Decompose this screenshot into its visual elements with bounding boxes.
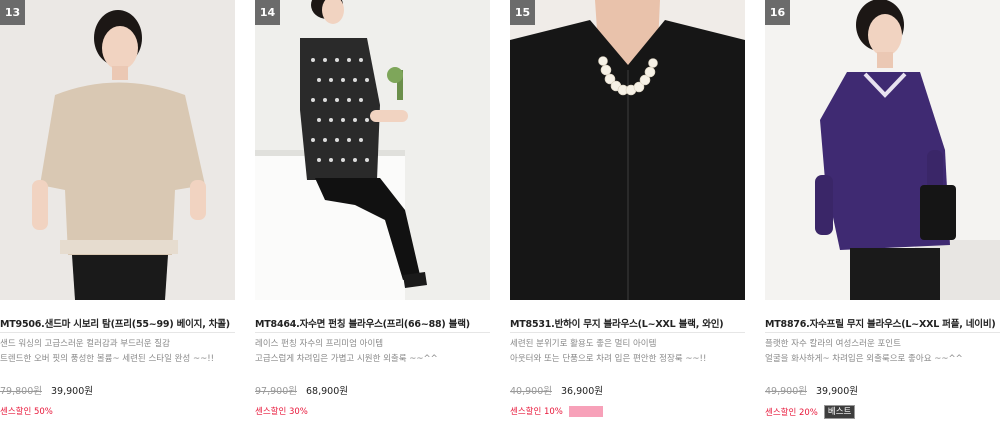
discount-label: 센스할인 50% <box>0 407 53 417</box>
product-description: 세련된 분위기로 활용도 좋은 멀티 아이템 아웃터와 또는 단품으로 차려 입… <box>510 337 745 367</box>
rank-badge: 14 <box>255 0 280 25</box>
pink-tag-badge <box>568 405 603 417</box>
sale-price: 68,900원 <box>306 386 348 397</box>
price-row: 40,900원 36,900원 <box>510 383 603 397</box>
sale-price: 36,900원 <box>561 386 603 397</box>
divider <box>255 332 490 333</box>
product-name[interactable]: MT8876.자수프릴 무지 블라우스(L~XXL 퍼플, 네이비) <box>765 316 1000 330</box>
product-description: 샌드 워싱의 고급스러운 컬러감과 부드러운 질감 트렌드한 오버 핏의 풍성한… <box>0 337 235 367</box>
description-line-1: 레이스 펀칭 자수의 프리미엄 아이템 <box>255 339 384 349</box>
description-line-1: 플랫한 자수 칼라의 여성스러운 포인트 <box>765 339 901 349</box>
product-card[interactable]: 16 MT8876.자수프릴 무지 블라우스(L~XXL 퍼플, 네이비) 플랫… <box>765 0 1000 437</box>
tag-row: 센스할인 20% 베스트 <box>765 405 856 419</box>
product-image[interactable]: 14 <box>255 0 490 300</box>
description-line-1: 세련된 분위기로 활용도 좋은 멀티 아이템 <box>510 339 657 349</box>
rank-badge: 15 <box>510 0 535 25</box>
rank-badge: 13 <box>0 0 25 25</box>
product-name[interactable]: MT9506.샌드마 시보리 탐(프리(55~99) 베이지, 차콜) <box>0 316 235 330</box>
divider <box>0 332 235 333</box>
product-card[interactable]: 14 MT8464.자수면 펀칭 블라우스(프리(66~88) 블랙) 레이스 … <box>255 0 490 437</box>
discount-label: 센스할인 20% <box>765 408 818 418</box>
price-row: 79,800원 39,900원 <box>0 383 93 397</box>
product-description: 플랫한 자수 칼라의 여성스러운 포인트 얼굴을 화사하게~ 차려입은 외출룩으… <box>765 337 1000 367</box>
original-price: 97,900원 <box>255 386 297 397</box>
discount-label: 센스할인 10% <box>510 407 563 417</box>
description-line-2: 아웃터와 또는 단품으로 차려 입은 편안한 정장룩 ~~!! <box>510 354 707 364</box>
product-image[interactable]: 15 <box>510 0 745 300</box>
tag-row: 센스할인 10% <box>510 405 603 419</box>
description-line-2: 얼굴을 화사하게~ 차려입은 외출룩으로 좋아요 ~~^^ <box>765 354 963 364</box>
product-card[interactable]: 15 MT8531.반하이 무지 블라우스(L~XXL 블랙, 와인) 세련된 … <box>510 0 745 437</box>
description-line-2: 트렌드한 오버 핏의 풍성한 볼륨~ 세련된 스타일 완성 ~~!! <box>0 354 215 364</box>
product-name[interactable]: MT8531.반하이 무지 블라우스(L~XXL 블랙, 와인) <box>510 316 745 330</box>
product-image[interactable]: 13 <box>0 0 235 300</box>
tag-row: 센스할인 30% <box>255 405 308 419</box>
original-price: 40,900원 <box>510 386 552 397</box>
best-badge: 베스트 <box>823 405 856 419</box>
divider <box>510 332 745 333</box>
description-line-2: 고급스럽게 차려입은 가볍고 시원한 외출룩 ~~^^ <box>255 354 438 364</box>
sale-price: 39,900원 <box>51 386 93 397</box>
price-row: 97,900원 68,900원 <box>255 383 348 397</box>
tag-row: 센스할인 50% <box>0 405 53 419</box>
product-description: 레이스 펀칭 자수의 프리미엄 아이템 고급스럽게 차려입은 가볍고 시원한 외… <box>255 337 490 367</box>
product-card[interactable]: 13 MT9506.샌드마 시보리 탐(프리(55~99) 베이지, 차콜) 샌… <box>0 0 235 437</box>
divider <box>765 332 1000 333</box>
product-name[interactable]: MT8464.자수면 펀칭 블라우스(프리(66~88) 블랙) <box>255 316 490 330</box>
price-row: 49,900원 39,900원 <box>765 383 858 397</box>
description-line-1: 샌드 워싱의 고급스러운 컬러감과 부드러운 질감 <box>0 339 170 349</box>
original-price: 79,800원 <box>0 386 42 397</box>
sale-price: 39,900원 <box>816 386 858 397</box>
discount-label: 센스할인 30% <box>255 407 308 417</box>
rank-badge: 16 <box>765 0 790 25</box>
original-price: 49,900원 <box>765 386 807 397</box>
product-grid: 13 MT9506.샌드마 시보리 탐(프리(55~99) 베이지, 차콜) 샌… <box>0 0 1000 437</box>
product-image[interactable]: 16 <box>765 0 1000 300</box>
